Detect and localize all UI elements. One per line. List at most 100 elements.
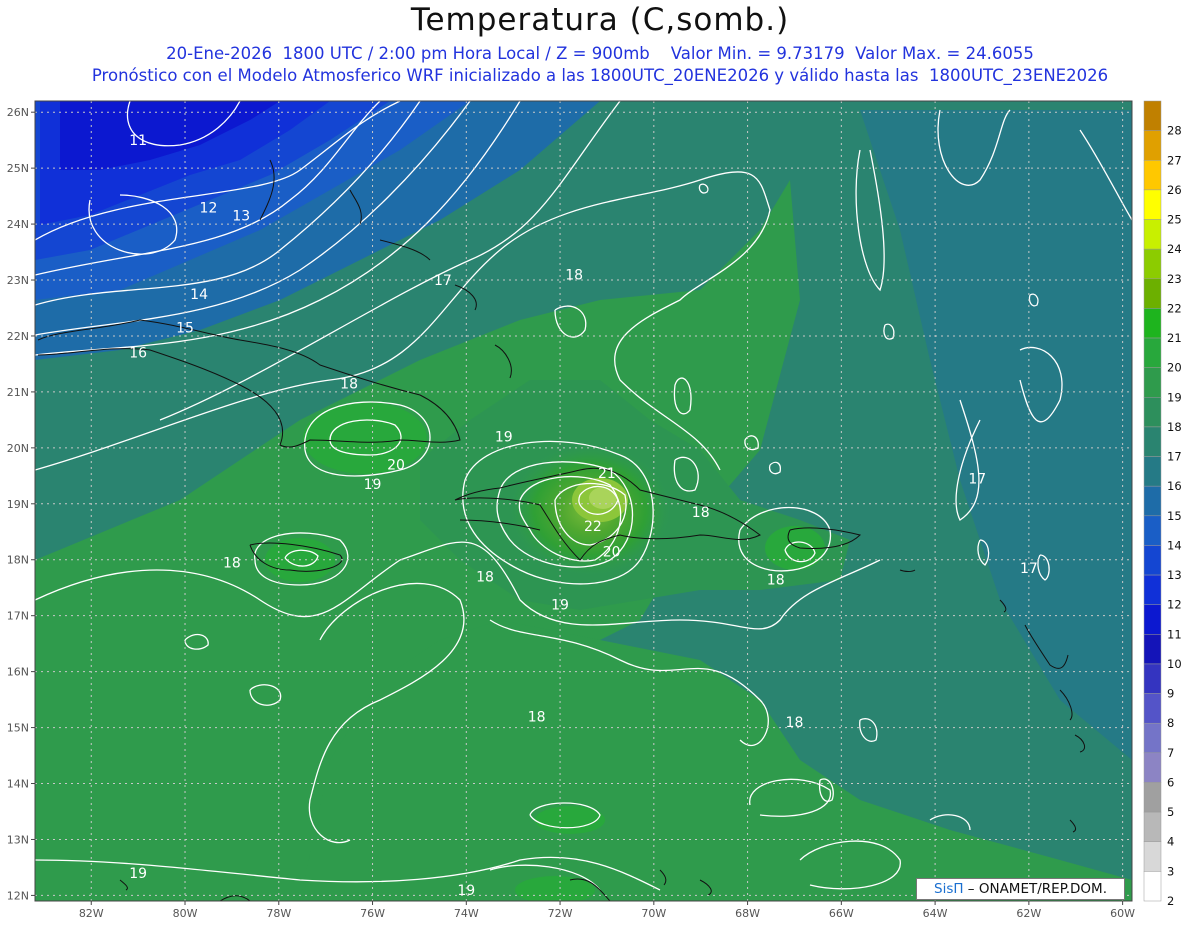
lon-label: 76W <box>360 907 385 920</box>
map-title: Temperatura (C,somb.) <box>410 2 790 38</box>
lat-label: 20N <box>7 442 29 455</box>
lat-label: 17N <box>7 610 29 623</box>
lon-label: 72W <box>548 907 573 920</box>
lon-label: 70W <box>641 907 666 920</box>
color-swatch <box>1143 456 1162 487</box>
color-scale-label: 24 <box>1167 242 1182 256</box>
isotherm-label: 17 <box>1020 561 1038 577</box>
isotherm-label: 21 <box>598 466 616 482</box>
color-scale-label: 7 <box>1167 746 1174 760</box>
color-swatch <box>1143 663 1162 694</box>
lon-label: 80W <box>173 907 198 920</box>
color-scale-label: 16 <box>1167 479 1182 493</box>
color-swatch <box>1143 545 1162 576</box>
color-scale-label: 13 <box>1167 568 1182 582</box>
color-swatch <box>1143 485 1162 517</box>
isotherm-label: 11 <box>129 133 147 149</box>
color-swatch <box>1143 337 1162 368</box>
lon-label: 82W <box>79 907 104 920</box>
credit-text: – ONAMET/REP.DOM. <box>963 881 1107 897</box>
lat-label: 25N <box>7 162 29 175</box>
color-swatch <box>1143 367 1162 398</box>
lon-label: 68W <box>735 907 760 920</box>
isotherm-label: 13 <box>232 209 250 225</box>
color-scale-label: 27 <box>1167 153 1182 167</box>
color-swatch <box>1143 752 1162 783</box>
credit-box: SisΠ – ONAMET/REP.DOM. <box>916 878 1125 900</box>
lat-label: 23N <box>7 274 29 287</box>
isotherm-label: 19 <box>551 597 569 613</box>
isotherm-label: 19 <box>457 883 475 899</box>
color-scale-label: 8 <box>1167 716 1174 730</box>
lat-label: 21N <box>7 386 29 399</box>
color-swatch <box>1143 248 1162 280</box>
isotherm-label: 14 <box>190 287 208 303</box>
isotherm-label: 15 <box>176 321 194 337</box>
color-scale-label: 9 <box>1167 687 1174 701</box>
color-swatch <box>1143 782 1162 813</box>
color-swatch <box>1143 722 1162 754</box>
color-scale-label: 26 <box>1167 183 1182 197</box>
color-scale-label: 25 <box>1167 213 1182 227</box>
color-scale-label: 28 <box>1167 124 1182 138</box>
lon-label: 62W <box>1016 907 1041 920</box>
color-swatch <box>1143 130 1162 161</box>
lat-label: 18N <box>7 554 29 567</box>
lon-label: 74W <box>454 907 479 920</box>
lat-label: 15N <box>7 722 29 735</box>
lat-label: 13N <box>7 833 29 846</box>
lat-label: 26N <box>7 106 29 119</box>
color-scale-label: 23 <box>1167 272 1182 286</box>
color-swatch <box>1143 100 1162 131</box>
lon-label: 60W <box>1110 907 1135 920</box>
lat-label: 22N <box>7 330 29 343</box>
color-swatch <box>1143 278 1162 309</box>
lat-label: 16N <box>7 666 29 679</box>
color-swatch <box>1143 397 1162 428</box>
isotherm-label: 19 <box>129 866 147 882</box>
isotherm-label: 18 <box>767 572 785 588</box>
lat-label: 12N <box>7 889 29 902</box>
lon-label: 64W <box>923 907 948 920</box>
credit-brand: SisΠ <box>934 881 964 897</box>
model-run-info: Pronóstico con el Modelo Atmosferico WRF… <box>91 66 1109 85</box>
isotherm-label: 20 <box>387 458 405 474</box>
color-swatch <box>1143 515 1162 546</box>
color-swatch <box>1143 189 1162 220</box>
color-scale-label: 6 <box>1167 775 1174 789</box>
color-scale-label: 19 <box>1167 390 1182 404</box>
color-swatch <box>1143 811 1162 842</box>
color-scale-label: 14 <box>1167 538 1182 552</box>
isotherm-label: 16 <box>129 346 147 362</box>
lat-label: 19N <box>7 498 29 511</box>
color-swatch <box>1143 871 1162 902</box>
color-scale-label: 21 <box>1167 331 1182 345</box>
latitude-labels: 26N 25N 24N 23N 22N 21N 20N 19N 18N 17N 16N 15N 14N 1… <box>7 106 29 902</box>
lat-label: 14N <box>7 778 29 791</box>
isotherm-label: 18 <box>223 556 241 572</box>
color-scale-label: 12 <box>1167 598 1182 612</box>
color-scale-label: 4 <box>1167 835 1174 849</box>
isotherm-label: 18 <box>786 715 804 731</box>
color-scale-label: 20 <box>1167 361 1182 375</box>
isotherm-label: 18 <box>476 570 494 586</box>
isotherm-label: 19 <box>364 477 382 493</box>
isotherm-label: 20 <box>603 544 621 560</box>
isotherm-label: 17 <box>434 273 452 289</box>
isotherm-label: 12 <box>200 200 218 216</box>
color-swatch <box>1143 693 1162 724</box>
color-swatch <box>1143 634 1162 665</box>
lat-label: 24N <box>7 218 29 231</box>
color-scale-label: 5 <box>1167 805 1174 819</box>
lon-label: 78W <box>266 907 291 920</box>
isotherm-label: 19 <box>495 430 513 446</box>
isotherm-label: 18 <box>340 377 358 393</box>
isotherm-label: 18 <box>565 267 583 283</box>
color-scale-label: 15 <box>1167 509 1182 523</box>
isotherm-label: 22 <box>584 519 602 535</box>
color-scale-label: 17 <box>1167 450 1182 464</box>
isotherm-label: 18 <box>528 709 546 725</box>
color-swatch <box>1143 841 1162 872</box>
color-swatch <box>1143 219 1162 250</box>
color-scale-label: 22 <box>1167 301 1182 315</box>
